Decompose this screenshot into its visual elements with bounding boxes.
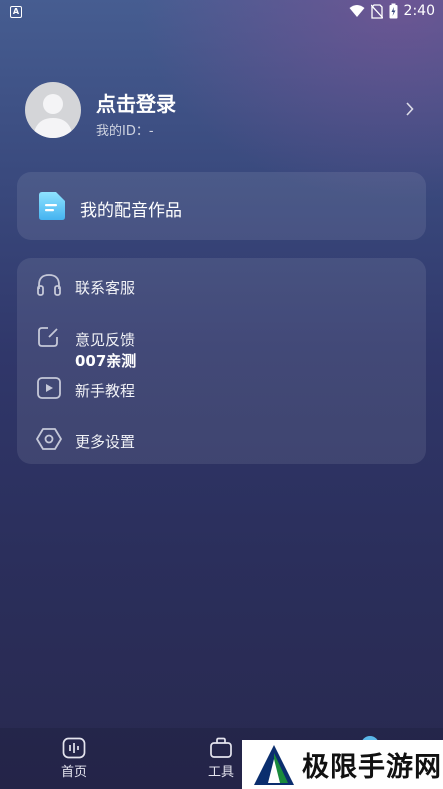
menu-label: 新手教程 xyxy=(75,382,136,400)
watermark-logo-icon xyxy=(254,744,294,785)
wifi-icon xyxy=(349,5,365,17)
tab-tools[interactable]: 工具 xyxy=(195,728,247,789)
play-icon xyxy=(37,377,61,399)
toolbox-icon xyxy=(210,737,232,758)
tab-tools-label: 工具 xyxy=(207,765,234,780)
headset-icon xyxy=(37,274,61,296)
home-waveform-icon xyxy=(62,737,86,759)
menu-item-tutorial[interactable]: 新手教程 xyxy=(17,368,426,408)
menu-item-settings[interactable]: 更多设置 xyxy=(17,419,426,459)
edit-icon xyxy=(38,327,58,347)
default-avatar-icon xyxy=(33,94,73,138)
status-bar: A 2:40 xyxy=(0,0,443,26)
watermark: 极限手游网 xyxy=(242,740,443,789)
profile-login-row[interactable]: 点击登录 我的ID：- xyxy=(25,82,420,140)
login-title[interactable]: 点击登录 xyxy=(96,88,176,117)
user-id: 我的ID：- xyxy=(96,124,154,139)
menu-item-customer-service[interactable]: 联系客服 xyxy=(17,265,426,305)
avatar[interactable] xyxy=(25,82,81,138)
my-works-card[interactable]: 我的配音作品 xyxy=(17,172,426,240)
menu-label: 意见反馈 xyxy=(75,331,136,349)
app-notification-icon: A xyxy=(10,6,22,18)
tab-home-label: 首页 xyxy=(60,765,87,780)
watermark-text: 极限手游网 xyxy=(302,752,442,783)
status-time: 2:40 xyxy=(403,3,435,19)
no-sim-icon xyxy=(370,3,383,19)
tab-home[interactable]: 首页 xyxy=(48,728,100,789)
menu-label: 联系客服 xyxy=(75,279,136,297)
status-right: 2:40 xyxy=(349,3,435,19)
battery-icon xyxy=(389,3,398,19)
my-works-label: 我的配音作品 xyxy=(80,201,182,221)
overlay-caption: 007亲测 xyxy=(75,352,137,370)
document-icon xyxy=(39,192,65,220)
chevron-right-icon[interactable] xyxy=(406,102,414,116)
menu-label: 更多设置 xyxy=(75,433,136,451)
hexagon-settings-icon xyxy=(36,428,62,450)
